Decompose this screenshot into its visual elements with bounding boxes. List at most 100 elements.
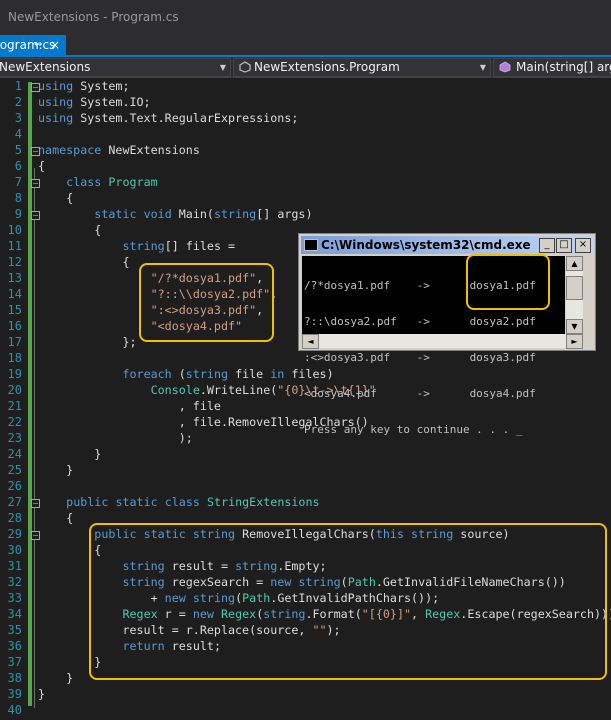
code-line[interactable]: { (38, 158, 45, 174)
code-token: } (38, 447, 102, 461)
line-number: 32 (7, 575, 22, 589)
code-line[interactable]: string[] files = (38, 238, 235, 254)
code-line[interactable]: class Program (38, 174, 158, 190)
code-line[interactable]: using System.Text.RegularExpressions; (38, 110, 298, 126)
code-line[interactable]: { (38, 542, 101, 558)
code-line[interactable]: ":<>dosya3.pdf", (38, 302, 264, 318)
line-number: 4 (14, 127, 22, 141)
scroll-right-icon[interactable]: ► (566, 334, 583, 349)
code-token: { (38, 511, 74, 525)
collapse-icon[interactable]: − (31, 83, 40, 92)
code-line[interactable]: { (38, 254, 129, 270)
code-token: { (38, 191, 74, 205)
minimize-button[interactable]: _ (539, 238, 555, 253)
tab-program-cs[interactable]: Program.cs ⇔ × (0, 35, 66, 55)
chevron-down-icon[interactable]: ▼ (220, 59, 226, 76)
line-number: 28 (7, 511, 22, 525)
scroll-down-icon[interactable]: ▼ (566, 319, 583, 334)
collapse-icon[interactable]: − (31, 531, 40, 540)
line-number: 37 (7, 655, 22, 669)
collapse-icon[interactable]: − (31, 147, 40, 156)
code-token: void (143, 207, 172, 221)
scroll-left-icon[interactable]: ◄ (302, 334, 319, 349)
console-title-bar[interactable]: C:\Windows\system32\cmd.exe _ □ × (301, 236, 593, 254)
code-token: Program (108, 175, 158, 189)
code-line[interactable]: string result = string.Empty; (38, 558, 326, 574)
console-output-area[interactable]: /?*dosya1.pdf -> dosya1.pdf ?::\dosya2.p… (302, 254, 565, 436)
vertical-scrollbar[interactable]: ▲ ▼ (566, 256, 583, 334)
code-line[interactable]: namespace NewExtensions (38, 142, 200, 158)
code-token: static (143, 527, 186, 541)
code-line[interactable]: + new string(Path.GetInvalidPathChars())… (38, 590, 440, 606)
code-line[interactable]: } (38, 654, 101, 670)
close-button[interactable]: × (575, 238, 591, 253)
code-line[interactable]: using System; (38, 78, 129, 94)
code-token: System.IO; (73, 95, 151, 109)
line-number: 8 (14, 191, 22, 205)
code-token: Path (347, 575, 376, 589)
code-line[interactable]: "?::\\dosya2.pdf", (38, 286, 278, 302)
code-token: [] args) (256, 207, 313, 221)
code-token: static (115, 495, 158, 509)
code-line[interactable]: } (38, 462, 73, 478)
code-line[interactable]: Regex r = new Regex(string.Format("[{0}]… (38, 606, 611, 622)
code-token: static (94, 207, 137, 221)
console-line: <dosya4.pdf -> dosya4.pdf (304, 387, 536, 400)
code-line[interactable]: "/?*dosya1.pdf", (38, 270, 264, 286)
collapse-icon[interactable]: − (31, 211, 40, 220)
code-token: new (270, 575, 292, 589)
code-line[interactable]: string regexSearch = new string(Path.Get… (38, 574, 565, 590)
collapse-icon[interactable]: − (31, 179, 40, 188)
line-number: 30 (7, 543, 22, 557)
code-line[interactable]: return result; (38, 638, 221, 654)
close-icon[interactable]: × (50, 35, 60, 55)
code-token: { (38, 255, 130, 269)
pin-icon[interactable]: ⇔ (34, 35, 42, 55)
code-line[interactable]: public static class StringExtensions (38, 494, 319, 510)
code-line[interactable]: , file (38, 398, 221, 414)
line-number: 21 (7, 399, 22, 413)
code-line[interactable]: static void Main(string[] args) (38, 206, 313, 222)
member-dropdown[interactable]: Main(string[] args) (493, 58, 611, 77)
code-line[interactable]: } (38, 446, 101, 462)
line-number: 2 (14, 95, 22, 109)
scroll-up-icon[interactable]: ▲ (566, 256, 583, 271)
code-token: string (263, 607, 306, 621)
line-number: 14 (7, 287, 22, 301)
code-line[interactable]: result = r.Replace(source, ""); (38, 622, 340, 638)
console-window[interactable]: C:\Windows\system32\cmd.exe _ □ × /?*dos… (298, 233, 596, 436)
code-line[interactable]: ); (38, 430, 193, 446)
code-token: Regex (122, 607, 158, 621)
code-token: file (228, 367, 271, 381)
chevron-down-icon[interactable]: ▼ (480, 59, 486, 76)
code-line[interactable]: { (38, 190, 73, 206)
code-token: string (185, 367, 229, 381)
code-line[interactable]: } (38, 686, 45, 702)
scrollbar-thumb[interactable] (566, 276, 583, 300)
class-icon (239, 61, 251, 73)
code-token: System.Text.RegularExpressions; (73, 111, 299, 125)
code-line[interactable]: "<dosya4.pdf" (38, 318, 242, 334)
class-dropdown[interactable]: NewExtensions.Program ▼ (233, 58, 491, 77)
maximize-button[interactable]: □ (556, 238, 572, 253)
code-line[interactable]: foreach (string file in files) (38, 366, 333, 382)
code-line[interactable]: public static string RemoveIllegalChars(… (38, 526, 509, 542)
horizontal-scrollbar[interactable]: ◄ ► (302, 334, 583, 349)
code-token: string (411, 527, 454, 541)
navigation-bar: NewExtensions ▼ NewExtensions.Program ▼ … (0, 57, 611, 78)
code-line[interactable]: }; (38, 334, 136, 350)
collapse-icon[interactable]: − (31, 499, 40, 508)
code-token: , (256, 271, 264, 285)
code-token: , (270, 287, 278, 301)
code-token: Console (150, 383, 200, 397)
code-line[interactable]: using System.IO; (38, 94, 151, 110)
line-number: 24 (7, 447, 22, 461)
code-line[interactable]: { (38, 222, 101, 238)
code-token: regexSearch = (164, 575, 271, 589)
project-dropdown[interactable]: NewExtensions ▼ (0, 58, 231, 77)
code-line[interactable]: } (38, 670, 73, 686)
code-line[interactable]: { (38, 510, 73, 526)
